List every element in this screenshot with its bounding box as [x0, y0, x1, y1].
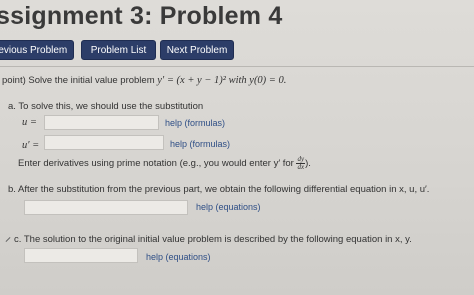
- part-b-label: b. After the substitution from the previ…: [8, 184, 430, 195]
- previous-problem-button[interactable]: revious Problem: [0, 40, 74, 60]
- u-prime-label: u′ =: [22, 140, 40, 151]
- problem-statement: point) Solve the initial value problem y…: [2, 75, 286, 86]
- page-title: ssignment 3: Problem 4: [0, 2, 283, 30]
- u-help-link[interactable]: help (formulas): [165, 118, 225, 128]
- part-b-help-link[interactable]: help (equations): [196, 202, 261, 212]
- u-prime-help-link[interactable]: help (formulas): [170, 139, 230, 149]
- part-c-help-link[interactable]: help (equations): [146, 252, 211, 262]
- u-prime-input[interactable]: [44, 135, 164, 150]
- derivative-note: Enter derivatives using prime notation (…: [18, 155, 311, 171]
- problem-equation: y′ = (x + y − 1)² with y(0) = 0.: [157, 75, 287, 86]
- derivative-note-text: Enter derivatives using prime notation (…: [18, 158, 294, 170]
- part-a-label: a. To solve this, we should use the subs…: [8, 101, 204, 112]
- part-c-label: c. The solution to the original initial …: [14, 234, 412, 245]
- problem-list-button[interactable]: Problem List: [81, 40, 156, 60]
- u-label: u =: [22, 117, 37, 128]
- dy-dx-fraction: dy dx: [296, 155, 306, 171]
- u-input[interactable]: [44, 115, 159, 130]
- page: ssignment 3: Problem 4 revious Problem P…: [0, 0, 474, 295]
- pencil-mark: [5, 237, 11, 242]
- next-problem-button[interactable]: Next Problem: [160, 40, 234, 60]
- part-c-input[interactable]: [24, 248, 138, 263]
- divider: [0, 66, 474, 67]
- part-b-input[interactable]: [24, 200, 188, 215]
- problem-intro-text: point) Solve the initial value problem: [2, 75, 158, 86]
